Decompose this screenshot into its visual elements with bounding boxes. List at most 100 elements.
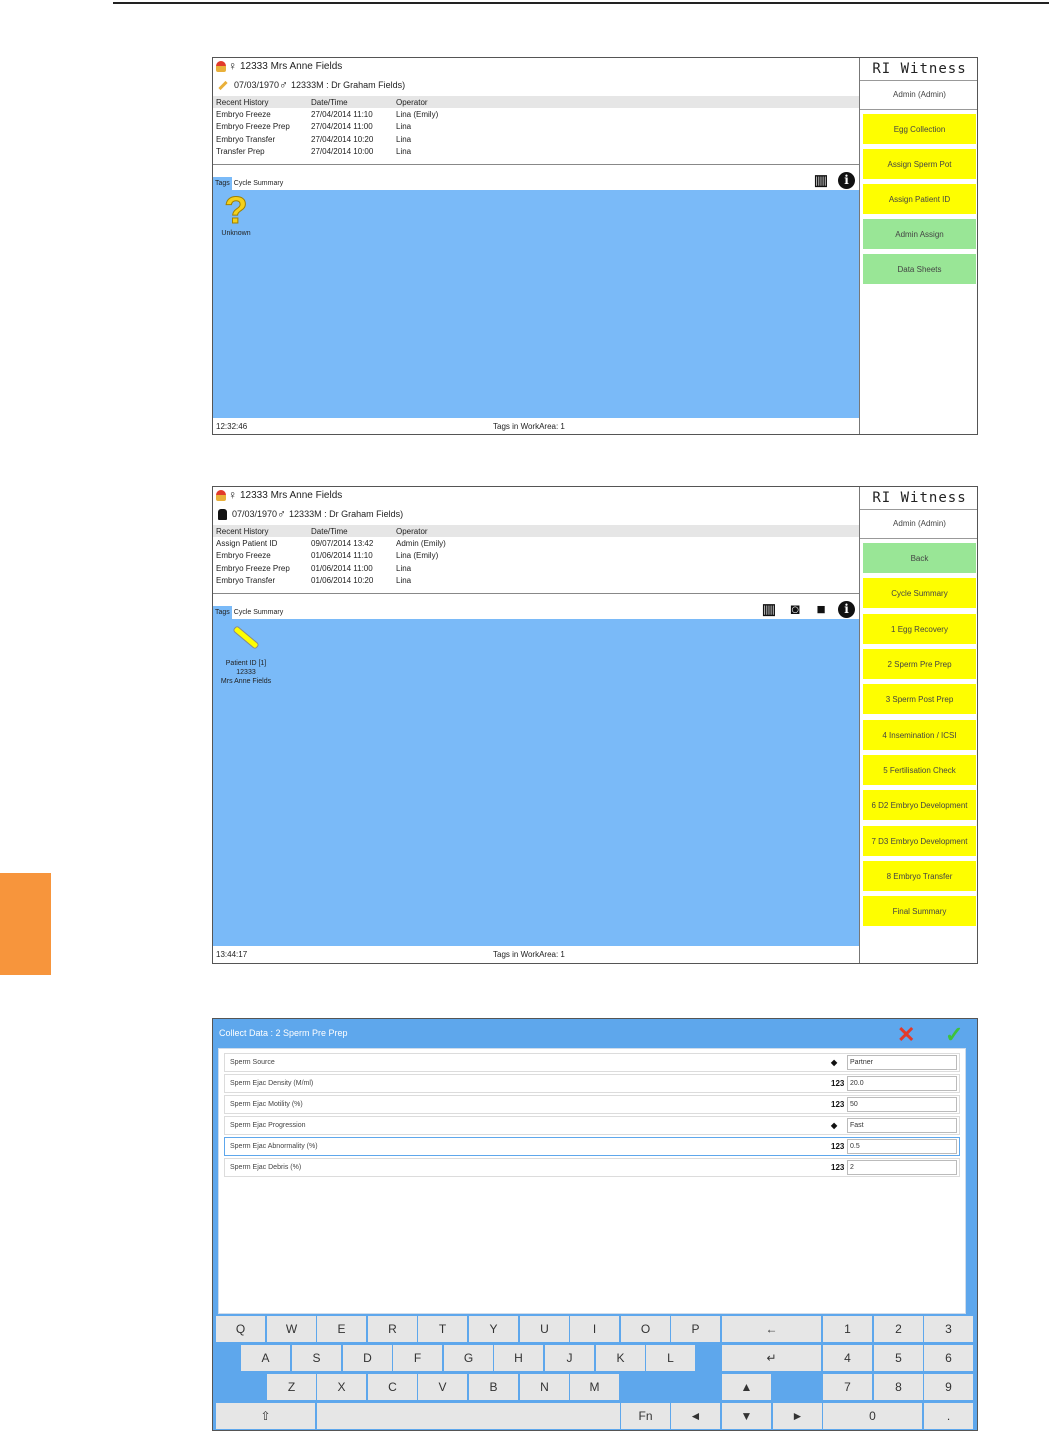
back-button[interactable]: Back xyxy=(863,543,976,573)
workarea[interactable]: ? Unknown xyxy=(213,190,859,418)
key-7[interactable]: 7 xyxy=(823,1374,872,1400)
d3-embryo-development-button[interactable]: 7 D3 Embryo Development xyxy=(863,826,976,856)
key-9[interactable]: 9 xyxy=(924,1374,973,1400)
cycle-summary-button[interactable]: Cycle Summary xyxy=(863,578,976,608)
info-icon[interactable]: i xyxy=(838,600,855,618)
key-j[interactable]: J xyxy=(545,1345,594,1371)
field-row[interactable]: Sperm Ejac Motility (%) 123 50 xyxy=(224,1095,960,1114)
field-value-input[interactable]: 2 xyxy=(847,1160,957,1175)
key-n[interactable]: N xyxy=(520,1374,569,1400)
cancel-icon[interactable]: ✕ xyxy=(897,1022,915,1048)
key-a[interactable]: A xyxy=(241,1345,290,1371)
workarea[interactable]: Patient ID [1] 12333 Mrs Anne Fields xyxy=(213,619,859,946)
key-3[interactable]: 3 xyxy=(924,1316,973,1342)
fertilisation-check-button[interactable]: 5 Fertilisation Check xyxy=(863,755,976,785)
final-summary-button[interactable]: Final Summary xyxy=(863,896,976,926)
history-date: 27/04/2014 10:00 xyxy=(311,147,374,157)
data-sheets-button[interactable]: Data Sheets xyxy=(863,254,976,284)
key-0[interactable]: 0 xyxy=(823,1403,922,1429)
key-g[interactable]: G xyxy=(444,1345,493,1371)
history-event: Embryo Transfer xyxy=(216,576,276,586)
key-x[interactable]: . xyxy=(924,1403,973,1429)
key-f[interactable]: F xyxy=(393,1345,442,1371)
key-c[interactable]: C xyxy=(368,1374,417,1400)
key-l[interactable]: L xyxy=(646,1345,695,1371)
key-x[interactable]: ◄ xyxy=(671,1403,720,1429)
key-k[interactable]: K xyxy=(596,1345,645,1371)
field-value-input[interactable]: Fast xyxy=(847,1118,957,1133)
key-o[interactable]: O xyxy=(621,1316,670,1342)
space-key[interactable] xyxy=(317,1403,620,1429)
tab-bar: Tags Cycle Summary ▥ ◙ ■ i xyxy=(213,599,859,619)
key-d[interactable]: D xyxy=(343,1345,392,1371)
camera-icon[interactable]: ◙ xyxy=(786,600,804,618)
key-x[interactable]: ▲ xyxy=(722,1374,771,1400)
unknown-tag[interactable]: ? Unknown xyxy=(218,192,254,238)
key-8[interactable]: 8 xyxy=(874,1374,923,1400)
video-camera-icon[interactable]: ■ xyxy=(812,600,830,618)
key-2[interactable]: 2 xyxy=(874,1316,923,1342)
key-x[interactable]: ▼ xyxy=(722,1403,771,1429)
field-row-selected[interactable]: Sperm Ejac Abnormality (%) 123 0.5 xyxy=(224,1137,960,1156)
field-value-input[interactable]: 20.0 xyxy=(847,1076,957,1091)
barcode-add-icon[interactable]: ▥ xyxy=(812,171,830,189)
field-row[interactable]: Sperm Ejac Debris (%) 123 2 xyxy=(224,1158,960,1177)
table-row: Embryo Freeze Prep 01/06/2014 11:00 Lina xyxy=(213,562,859,575)
key-z[interactable]: Z xyxy=(267,1374,316,1400)
egg-collection-button[interactable]: Egg Collection xyxy=(863,114,976,144)
key-x[interactable]: ← xyxy=(722,1316,821,1342)
key-p[interactable]: P xyxy=(671,1316,720,1342)
key-q[interactable]: Q xyxy=(216,1316,265,1342)
assign-sperm-pot-button[interactable]: Assign Sperm Pot xyxy=(863,149,976,179)
d2-embryo-development-button[interactable]: 6 D2 Embryo Development xyxy=(863,790,976,820)
tab-tags[interactable]: Tags xyxy=(213,606,232,619)
header-divider xyxy=(213,164,859,165)
embryo-transfer-button[interactable]: 8 Embryo Transfer xyxy=(863,861,976,891)
field-row[interactable]: Sperm Ejac Progression ◆ Fast xyxy=(224,1116,960,1135)
tag-label: Unknown xyxy=(221,230,251,237)
tab-cycle-summary[interactable]: Cycle Summary xyxy=(232,606,285,619)
key-v[interactable]: V xyxy=(418,1374,467,1400)
barcode-add-icon[interactable]: ▥ xyxy=(760,600,778,618)
key-w[interactable]: W xyxy=(267,1316,316,1342)
key-x[interactable]: ↵ xyxy=(722,1345,821,1371)
tab-tags[interactable]: Tags xyxy=(213,177,232,190)
field-value-input[interactable]: Partner xyxy=(847,1055,957,1070)
key-4[interactable]: 4 xyxy=(823,1345,872,1371)
key-h[interactable]: H xyxy=(494,1345,543,1371)
sperm-post-prep-button[interactable]: 3 Sperm Post Prep xyxy=(863,684,976,714)
patient-id-tag[interactable]: Patient ID [1] 12333 Mrs Anne Fields xyxy=(213,619,279,686)
key-b[interactable]: B xyxy=(469,1374,518,1400)
key-t[interactable]: T xyxy=(418,1316,467,1342)
insemination-icsi-button[interactable]: 4 Insemination / ICSI xyxy=(863,720,976,750)
field-value-input[interactable]: 50 xyxy=(847,1097,957,1112)
key-s[interactable]: S xyxy=(292,1345,341,1371)
key-x[interactable]: ► xyxy=(773,1403,822,1429)
info-icon[interactable]: i xyxy=(838,171,855,189)
field-row[interactable]: Sperm Source ◆ Partner xyxy=(224,1053,960,1072)
pencil-icon[interactable] xyxy=(218,80,228,90)
key-u[interactable]: U xyxy=(520,1316,569,1342)
key-r[interactable]: R xyxy=(368,1316,417,1342)
egg-recovery-button[interactable]: 1 Egg Recovery xyxy=(863,614,976,644)
field-value-input[interactable]: 0.5 xyxy=(847,1139,957,1154)
lock-icon[interactable] xyxy=(218,508,227,520)
key-x[interactable]: X xyxy=(317,1374,366,1400)
key-6[interactable]: 6 xyxy=(924,1345,973,1371)
key-i[interactable]: I xyxy=(570,1316,619,1342)
key-5[interactable]: 5 xyxy=(874,1345,923,1371)
tab-cycle-summary[interactable]: Cycle Summary xyxy=(232,177,285,190)
key-x[interactable]: ⇧ xyxy=(216,1403,315,1429)
key-y[interactable]: Y xyxy=(469,1316,518,1342)
assign-patient-id-button[interactable]: Assign Patient ID xyxy=(863,184,976,214)
key-fn[interactable]: Fn xyxy=(621,1403,670,1429)
history-operator: Lina xyxy=(396,134,412,144)
history-date: 27/04/2014 11:10 xyxy=(311,109,373,119)
sperm-pre-prep-button[interactable]: 2 Sperm Pre Prep xyxy=(863,649,976,679)
admin-assign-button[interactable]: Admin Assign xyxy=(863,219,976,249)
confirm-check-icon[interactable]: ✓ xyxy=(945,1022,963,1048)
key-1[interactable]: 1 xyxy=(823,1316,872,1342)
key-e[interactable]: E xyxy=(317,1316,366,1342)
field-row[interactable]: Sperm Ejac Density (M/ml) 123 20.0 xyxy=(224,1074,960,1093)
key-m[interactable]: M xyxy=(570,1374,619,1400)
